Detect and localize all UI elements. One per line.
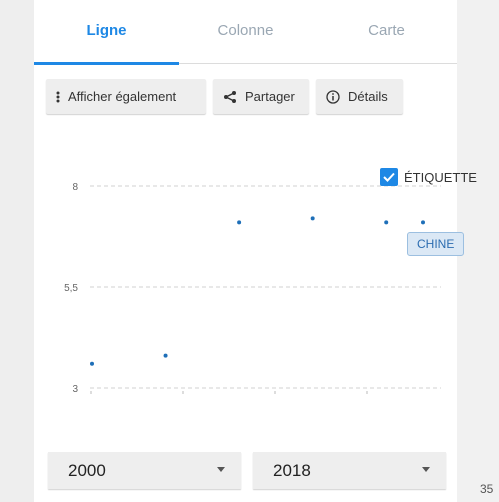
view-tabs: Ligne Colonne Carte [34, 0, 457, 65]
start-year-select[interactable]: 2000 [48, 452, 241, 489]
page-number: 35 [480, 482, 494, 496]
data-point[interactable] [163, 353, 168, 358]
data-point[interactable] [90, 361, 94, 366]
checkbox-checked-icon[interactable] [380, 168, 398, 186]
tab-column[interactable]: Colonne [175, 22, 316, 39]
y-tick-label: 5,5 [64, 283, 78, 294]
label-toggle[interactable]: ÉTIQUETTE [380, 168, 477, 186]
y-tick-label: 3 [72, 384, 78, 395]
y-tick-label: 8 [72, 182, 78, 193]
label-toggle-text: ÉTIQUETTE [404, 169, 477, 185]
series-tag[interactable]: CHINE [407, 232, 465, 256]
details-label: Détails [348, 89, 388, 104]
active-tab-indicator [34, 62, 179, 65]
data-point[interactable] [421, 220, 425, 225]
show-also-label: Afficher également [68, 89, 177, 104]
info-icon [326, 89, 340, 104]
share-label: Partager [245, 89, 295, 104]
share-button[interactable]: Partager [213, 79, 309, 114]
end-year-select[interactable]: 2018 [253, 452, 446, 489]
start-year-value: 2000 [68, 460, 106, 480]
end-year-value: 2018 [273, 460, 311, 480]
chevron-down-icon [422, 467, 430, 472]
data-point[interactable] [310, 216, 315, 221]
details-button[interactable]: Détails [316, 79, 403, 114]
left-gutter [0, 0, 34, 502]
tab-line[interactable]: Ligne [36, 22, 177, 39]
data-panel: Ligne Colonne Carte Afficher également P… [34, 0, 477, 502]
tab-map[interactable]: Carte [316, 22, 457, 39]
data-point[interactable] [237, 220, 242, 225]
chevron-down-icon [217, 467, 225, 472]
more-vertical-icon [56, 91, 60, 103]
show-also-button[interactable]: Afficher également [46, 79, 206, 114]
share-icon [223, 90, 237, 104]
data-point[interactable] [384, 220, 389, 225]
